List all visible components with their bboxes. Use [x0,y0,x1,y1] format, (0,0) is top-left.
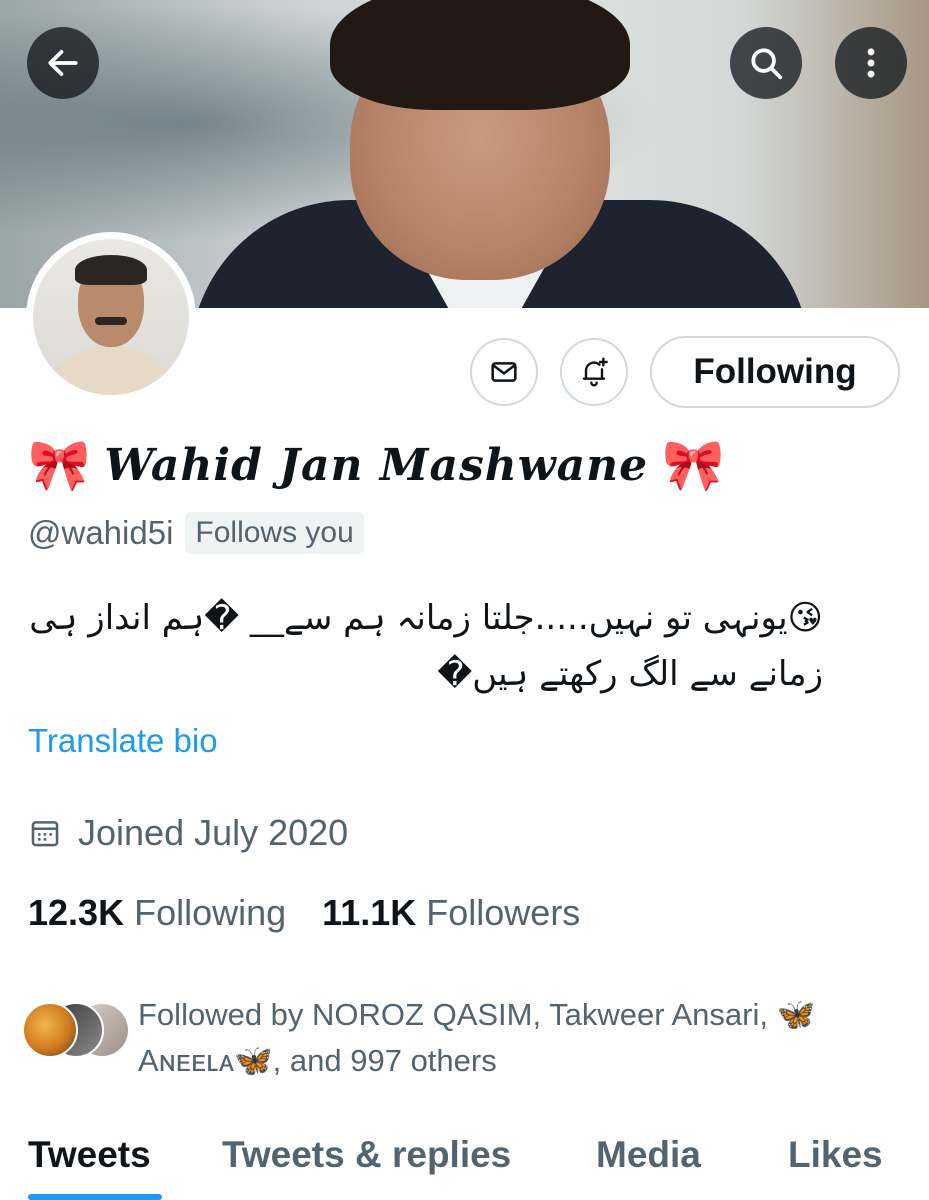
ribbon-emoji-right: 🎀 [662,437,725,493]
following-button[interactable]: Following [650,336,900,408]
notifications-button[interactable] [560,338,628,406]
bio: 😘یونہی تو نہیں.....جلتا زمانہ ہم سے__ �ہ… [23,590,823,702]
arrow-left-icon [48,50,78,76]
followed-by-text: Followed by NOROZ QASIM, Takweer Ansari,… [138,992,898,1084]
search-button[interactable] [730,27,802,99]
avatar-photo [33,239,189,395]
followers-count: 11.1K [322,892,417,933]
tab-media[interactable]: Media [596,1134,701,1176]
avatar[interactable] [26,232,196,402]
following-label: Following [134,892,287,933]
back-button[interactable] [27,27,99,99]
follows-you-badge: Follows you [185,512,364,554]
joined-text: Joined July 2020 [78,812,349,853]
mutual-followers[interactable]: Followed by NOROZ QASIM, Takweer Ansari,… [22,992,898,1084]
tab-likes[interactable]: Likes [788,1134,883,1176]
mutual-avatar [22,1002,78,1058]
active-tab-indicator [28,1194,162,1200]
tab-tweets[interactable]: Tweets [28,1134,151,1176]
handle: @wahid5i [28,514,174,551]
search-icon [751,48,783,80]
display-name: Wahid Jan Mashwane [104,439,649,491]
following-stat[interactable]: 12.3K Following [28,892,286,933]
ribbon-emoji-left: 🎀 [28,437,91,493]
envelope-icon [491,362,517,382]
bio-line: زمانے سے الگ رکھتے ہیں� [437,654,823,694]
bio-line: 😘یونہی تو نہیں.....جلتا زمانہ ہم سے__ �ہ… [29,598,823,638]
translate-bio-link[interactable]: Translate bio [28,722,218,760]
tab-tweets-replies[interactable]: Tweets & replies [222,1134,511,1176]
handle-row: @wahid5i Follows you [28,512,364,554]
display-name-row: 🎀 Wahid Jan Mashwane 🎀 [28,430,724,500]
more-vertical-icon [867,48,875,78]
followed-by-line: Followed by NOROZ QASIM, Takweer Ansari,… [138,997,816,1032]
mutual-avatars [22,1002,130,1072]
followers-label: Followers [426,892,581,933]
message-button[interactable] [470,338,538,406]
follow-stats: 12.3K Following 11.1K Followers [28,892,580,934]
followed-by-line: Aɴᴇᴇʟᴀ🦋, and 997 others [138,1043,497,1078]
following-count: 12.3K [28,892,125,933]
banner-hair [330,0,630,110]
bell-plus-icon [582,357,608,387]
profile-tabs: Tweets Tweets & replies Media Likes [0,1128,929,1200]
more-button[interactable] [835,27,907,99]
joined-date: Joined July 2020 [28,812,348,854]
calendar-icon [31,821,59,847]
followers-stat[interactable]: 11.1K Followers [322,892,580,933]
